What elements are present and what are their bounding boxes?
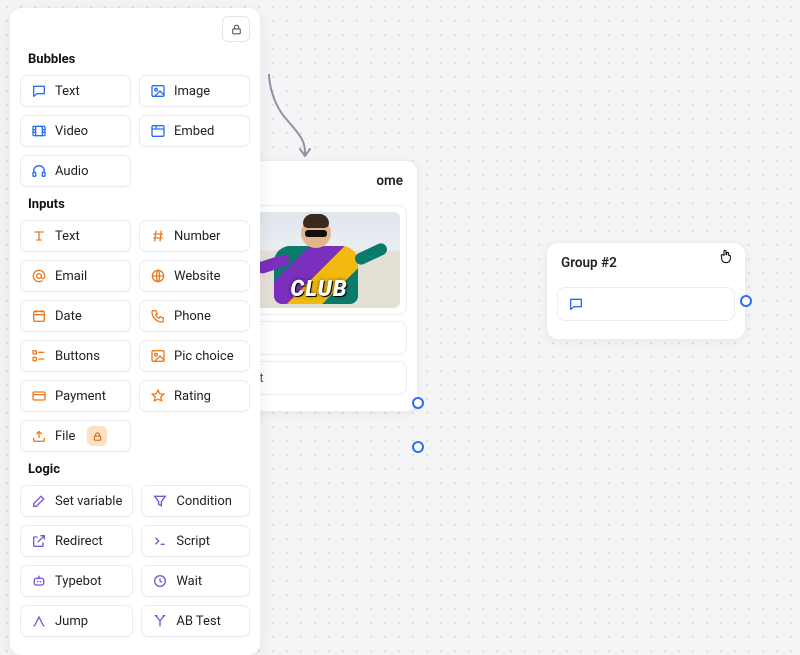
input-email-label: Email [55,269,87,284]
logic-typebot[interactable]: Typebot [20,565,133,597]
input-website[interactable]: Website [139,260,250,292]
input-pic-choice[interactable]: Pic choice [139,340,250,372]
input-number-label: Number [174,229,220,244]
logic-abtest-label: AB Test [176,614,221,629]
section-title-bubbles: Bubbles [28,52,250,67]
lock-icon [230,23,243,36]
input-text-label: Text [55,229,80,244]
image-caption: CLUB [238,277,400,302]
logic-redirect[interactable]: Redirect [20,525,133,557]
input-website-label: Website [174,269,221,284]
bubble-text[interactable]: Text [20,75,131,107]
bubble-image-label: Image [174,84,210,99]
input-number[interactable]: Number [139,220,250,252]
lock-icon [92,431,103,442]
logic-script[interactable]: Script [141,525,250,557]
input-file[interactable]: File [20,420,131,452]
input-picchoice-label: Pic choice [174,349,234,364]
card-icon [31,388,47,404]
input-date[interactable]: Date [20,300,131,332]
image-preview: CLUB [238,212,400,308]
external-link-icon [31,533,47,549]
image-icon [150,83,166,99]
calendar-icon [31,308,47,324]
logic-script-label: Script [176,534,210,549]
section-title-logic: Logic [28,462,250,477]
section-title-inputs: Inputs [28,197,250,212]
chat-icon [31,83,47,99]
hash-icon [150,228,166,244]
logic-redirect-label: Redirect [55,534,103,549]
terminal-icon [152,533,168,549]
input-phone-label: Phone [174,309,211,324]
pic-choice-icon [150,348,166,364]
blocks-panel: Bubbles Text Image Video Embed Audio Inp… [10,8,260,655]
input-buttons-label: Buttons [55,349,100,364]
input-email[interactable]: Email [20,260,131,292]
star-icon [150,388,166,404]
bubble-audio[interactable]: Audio [20,155,131,187]
logic-grid: Set variable Condition Redirect Script T… [20,485,250,637]
logic-wait-label: Wait [176,574,202,589]
upload-icon [31,428,47,444]
flow-node-group-2[interactable]: Group #2 [546,242,746,340]
logic-abtest[interactable]: AB Test [141,605,250,637]
input-rating-label: Rating [174,389,211,404]
output-port[interactable] [412,397,424,409]
at-icon [31,268,47,284]
logic-jump[interactable]: Jump [20,605,133,637]
cursor-pointer-icon [718,248,734,264]
phone-icon [150,308,166,324]
logic-set-variable[interactable]: Set variable [20,485,133,517]
output-port[interactable] [412,441,424,453]
input-file-label: File [55,429,75,444]
logic-jump-label: Jump [55,614,88,629]
pro-lock-badge [87,426,107,446]
node-title[interactable]: Group #2 [547,243,745,281]
inputs-grid: Text Number Email Website Date Phone But… [20,220,250,452]
text-type-icon [31,228,47,244]
jump-icon [31,613,47,629]
audio-icon [31,163,47,179]
bubble-text-label: Text [55,84,80,99]
input-rating[interactable]: Rating [139,380,250,412]
bubble-video-label: Video [55,124,88,139]
bubble-video[interactable]: Video [20,115,131,147]
input-payment-label: Payment [55,389,106,404]
bubble-audio-label: Audio [55,164,88,179]
globe-icon [150,268,166,284]
logic-wait[interactable]: Wait [141,565,250,597]
pencil-icon [31,493,47,509]
clock-icon [152,573,168,589]
output-port[interactable] [740,295,752,307]
logic-setvar-label: Set variable [55,494,122,509]
bubble-embed[interactable]: Embed [139,115,250,147]
node-block-text[interactable] [557,287,735,321]
input-payment[interactable]: Payment [20,380,131,412]
logic-typebot-label: Typebot [55,574,102,589]
input-date-label: Date [55,309,82,324]
bubble-embed-label: Embed [174,124,214,139]
bubbles-grid: Text Image Video Embed Audio [20,75,250,187]
embed-icon [150,123,166,139]
connector-arrow [263,70,323,170]
bot-icon [31,573,47,589]
input-buttons[interactable]: Buttons [20,340,131,372]
bubble-image[interactable]: Image [139,75,250,107]
input-phone[interactable]: Phone [139,300,250,332]
panel-lock-button[interactable] [222,16,250,42]
logic-condition-label: Condition [176,494,232,509]
filter-icon [152,493,168,509]
checklist-icon [31,348,47,364]
logic-condition[interactable]: Condition [141,485,250,517]
video-icon [31,123,47,139]
chat-icon [568,296,584,312]
split-icon [152,613,168,629]
input-text[interactable]: Text [20,220,131,252]
